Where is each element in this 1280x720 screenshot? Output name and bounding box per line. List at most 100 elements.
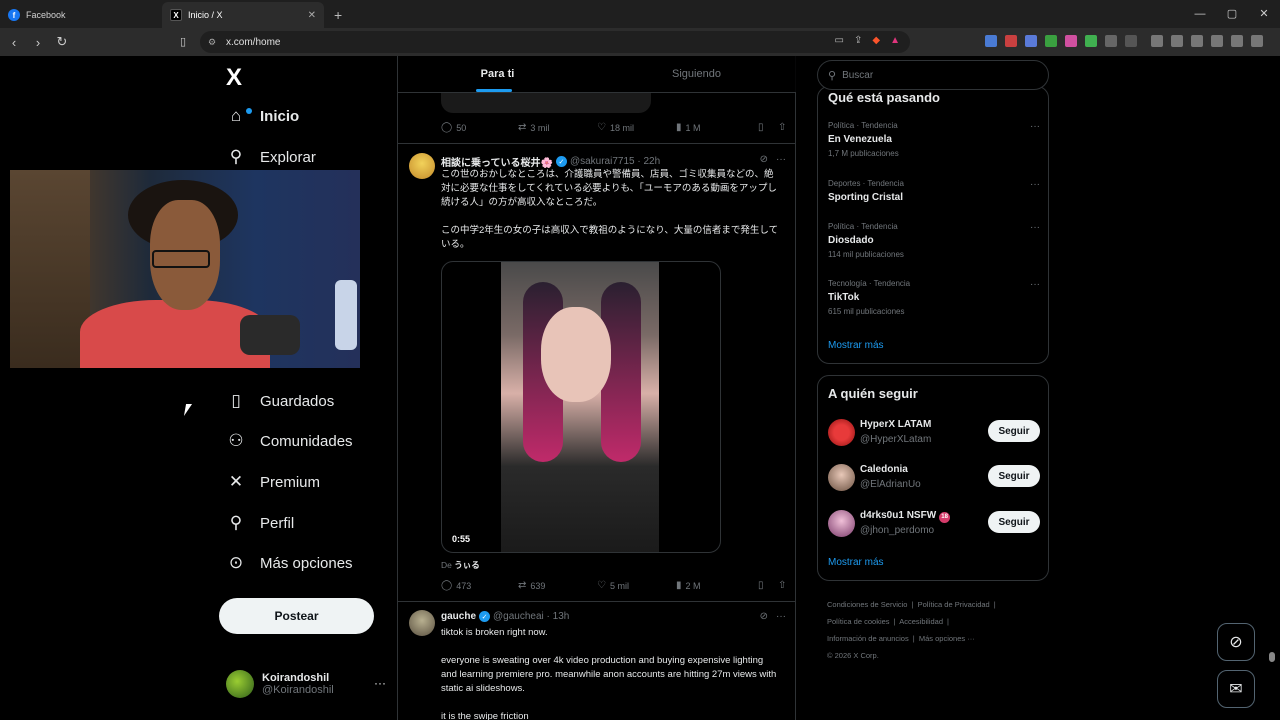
tab-facebook[interactable]: f Facebook (0, 2, 162, 28)
extension-icon[interactable] (1005, 35, 1017, 47)
trend-item[interactable]: Tecnología · Tendencia TikTok 615 mil pu… (828, 279, 1040, 316)
follow-button[interactable]: Seguir (988, 465, 1040, 487)
repost-button[interactable]: ⇄ 639 (518, 580, 597, 591)
url-field[interactable]: ⚙ x.com/home ▭ ⇪ ◆ ▲ (200, 31, 910, 53)
more-icon[interactable]: ··· (1030, 179, 1040, 190)
site-info-icon[interactable]: ⚙ (208, 37, 216, 48)
trend-item[interactable]: Política · Tendencia En Venezuela 1,7 M … (828, 121, 1040, 158)
new-tab-button[interactable]: + (334, 2, 342, 28)
menu-icon[interactable] (1251, 35, 1263, 47)
attribution-user[interactable]: うぃる (454, 560, 480, 570)
tweet-author-name[interactable]: 相談に乗っている桜井🌸 (441, 154, 553, 169)
scrollbar-thumb[interactable] (1269, 652, 1275, 662)
grok-icon[interactable]: ⊘ (760, 154, 768, 165)
show-more-link[interactable]: Mostrar más (828, 557, 884, 568)
tweet-time[interactable]: 22h (643, 156, 660, 167)
bookmark-button[interactable]: ▯ (758, 122, 778, 133)
footer-link[interactable]: Más opciones ··· (919, 634, 975, 643)
audio-icon[interactable] (1025, 35, 1037, 47)
extension-icon[interactable] (1085, 35, 1097, 47)
avatar[interactable] (409, 153, 435, 179)
follow-suggestion[interactable]: Caledonia @ElAdrianUo Seguir (828, 462, 1040, 494)
tweet-author-handle[interactable]: @sakurai7715 (570, 156, 635, 167)
like-button[interactable]: ♡ 18 mil (597, 122, 676, 133)
vpn-icon[interactable] (1231, 35, 1243, 47)
close-tab-icon[interactable]: ✕ (308, 10, 316, 21)
trend-item[interactable]: Política · Tendencia Diosdado 114 mil pu… (828, 222, 1040, 259)
avatar[interactable] (409, 610, 435, 636)
more-icon[interactable]: ··· (1030, 279, 1040, 290)
share-button[interactable]: ⇧ (778, 580, 790, 591)
follow-button[interactable]: Seguir (988, 420, 1040, 442)
footer-link[interactable]: Accesibilidad (899, 617, 943, 626)
follow-name[interactable]: Caledonia (860, 464, 908, 475)
tweet-time[interactable]: 13h (553, 611, 570, 622)
follow-suggestion[interactable]: HyperX LATAM @HyperXLatam Seguir (828, 417, 1040, 449)
sidebar-item-guardados[interactable]: ▯ Guardados (226, 386, 334, 416)
page-scrollbar[interactable] (1268, 56, 1276, 720)
trend-item[interactable]: Deportes · Tendencia Sporting Cristal ··… (828, 179, 1040, 203)
translate-icon[interactable] (985, 35, 997, 47)
account-switcher[interactable]: Koirandoshil @Koirandoshil ··· (226, 670, 386, 698)
grok-icon[interactable]: ⊘ (760, 611, 768, 622)
share-icon[interactable]: ⇪ (854, 35, 862, 46)
previous-tweet-media[interactable] (441, 93, 651, 113)
reload-icon[interactable]: ↻ (52, 34, 72, 50)
sidebar-item-explorar[interactable]: ⚲ Explorar (226, 142, 316, 172)
search-input[interactable]: ⚲ Buscar (817, 60, 1049, 90)
tab-siguiendo[interactable]: Siguiendo (597, 56, 796, 92)
follow-name[interactable]: HyperX LATAM (860, 419, 931, 430)
footer-link[interactable]: Información de anuncios (827, 634, 909, 643)
follow-name[interactable]: d4rks0u1 NSFW 18 (860, 510, 951, 523)
install-icon[interactable]: ▭ (835, 35, 844, 46)
like-button[interactable]: ♡ 5 mil (597, 580, 676, 591)
footer-link[interactable]: Política de Privacidad (918, 600, 990, 609)
avatar[interactable] (828, 419, 855, 446)
download-icon[interactable] (1151, 35, 1163, 47)
share-button[interactable]: ⇧ (778, 122, 790, 133)
show-more-link[interactable]: Mostrar más (828, 340, 884, 351)
views-button[interactable]: ▮ 1 M (676, 122, 758, 133)
more-icon[interactable]: ··· (776, 154, 786, 165)
reply-button[interactable]: ◯ 50 (441, 122, 518, 133)
wallet-icon[interactable] (1191, 35, 1203, 47)
sidebar-item-inicio[interactable]: ⌂ Inicio (226, 101, 299, 131)
avatar[interactable] (828, 510, 855, 537)
sidebar-icon[interactable] (1171, 35, 1183, 47)
extension-icon[interactable] (1125, 35, 1137, 47)
follow-suggestion[interactable]: d4rks0u1 NSFW 18 @jhon_perdomo Seguir (828, 508, 1040, 540)
tab-x-home[interactable]: X Inicio / X ✕ (162, 2, 324, 28)
minimize-button[interactable]: — (1184, 0, 1216, 28)
grok-button[interactable]: ⊘ (1217, 623, 1255, 661)
puzzle-icon[interactable] (1105, 35, 1117, 47)
maximize-button[interactable]: ▢ (1216, 0, 1248, 28)
footer-link[interactable]: Política de cookies (827, 617, 890, 626)
messages-button[interactable]: ✉ (1217, 670, 1255, 708)
bookmark-page-icon[interactable]: ▯ (180, 35, 186, 48)
x-logo-icon[interactable]: X (226, 64, 242, 92)
tweet-video[interactable]: 0:55 (441, 261, 721, 553)
more-icon[interactable]: ··· (1030, 121, 1040, 132)
bookmark-button[interactable]: ▯ (758, 580, 778, 591)
tab-para-ti[interactable]: Para ti (398, 56, 597, 92)
more-icon[interactable]: ··· (1030, 222, 1040, 233)
rewards-icon[interactable]: ▲ (890, 35, 900, 46)
avatar[interactable] (828, 464, 855, 491)
extension-icon[interactable] (1045, 35, 1057, 47)
more-icon[interactable]: ··· (374, 676, 386, 690)
sidebar-item-premium[interactable]: ✕ Premium (226, 467, 320, 497)
close-window-button[interactable]: ✕ (1248, 0, 1280, 28)
views-button[interactable]: ▮ 2 M (676, 580, 758, 591)
more-icon[interactable]: ··· (776, 611, 786, 622)
follow-button[interactable]: Seguir (988, 511, 1040, 533)
leo-icon[interactable] (1211, 35, 1223, 47)
sidebar-item-perfil[interactable]: ⚲ Perfil (226, 508, 294, 538)
repost-button[interactable]: ⇄ 3 mil (518, 122, 597, 133)
brave-shield-icon[interactable]: ◆ (872, 35, 880, 46)
footer-link[interactable]: Condiciones de Servicio (827, 600, 907, 609)
back-icon[interactable]: ‹ (4, 35, 24, 50)
extension-icon[interactable] (1065, 35, 1077, 47)
forward-icon[interactable]: › (28, 35, 48, 50)
sidebar-item-mas-opciones[interactable]: ⊙ Más opciones (226, 548, 353, 578)
post-button[interactable]: Postear (219, 598, 374, 634)
